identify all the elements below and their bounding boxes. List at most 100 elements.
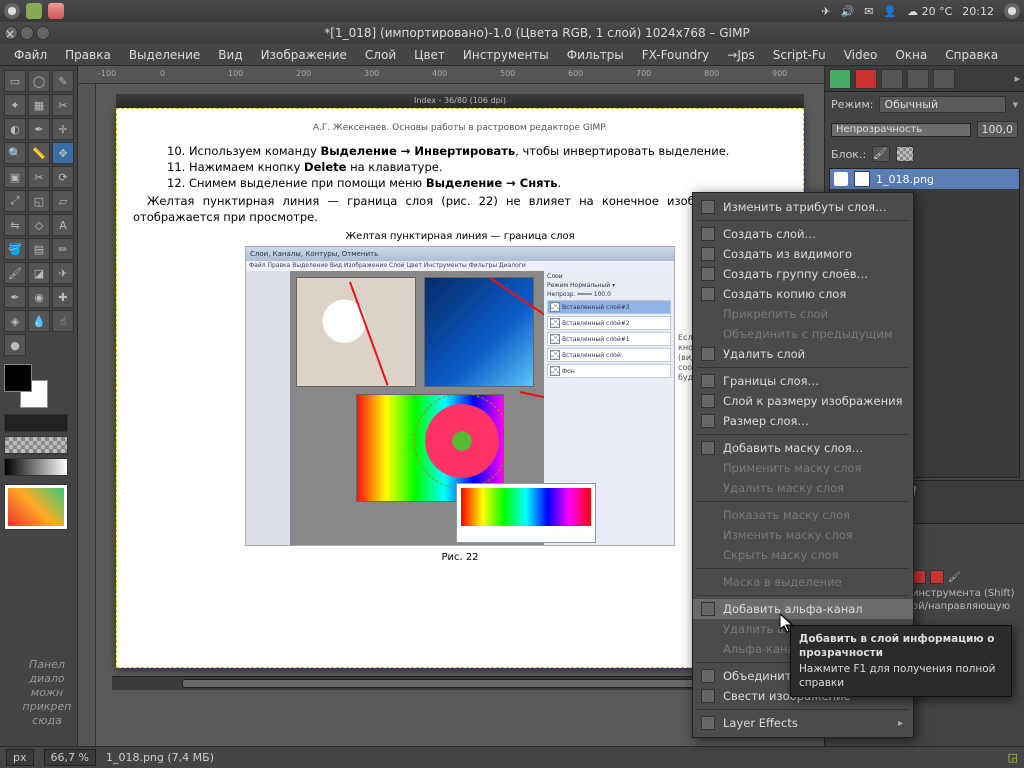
menu-image[interactable]: Изображение: [253, 46, 355, 64]
menu-tools[interactable]: Инструменты: [455, 46, 557, 64]
tool-color-picker[interactable]: ✛: [52, 118, 74, 140]
close-button[interactable]: ×: [4, 26, 18, 40]
lock-alpha[interactable]: [896, 146, 914, 162]
unit-field[interactable]: px: [6, 749, 34, 766]
ctx-item-0[interactable]: Изменить атрибуты слоя…: [693, 197, 913, 217]
tool-ink[interactable]: ✒: [4, 286, 26, 308]
app-icon-2[interactable]: [48, 3, 64, 19]
tool-measure[interactable]: 📏: [28, 142, 50, 164]
tool-rect-select[interactable]: ▭: [4, 70, 26, 92]
menu-help[interactable]: Справка: [937, 46, 1006, 64]
minimize-button[interactable]: [20, 26, 34, 40]
ruler-vertical[interactable]: [78, 84, 96, 746]
ctx-item-label: Создать копию слоя: [723, 287, 846, 301]
menu-view[interactable]: Вид: [210, 46, 250, 64]
tool-heal[interactable]: ✚: [52, 286, 74, 308]
tool-clone[interactable]: ◉: [28, 286, 50, 308]
menu-layer[interactable]: Слой: [357, 46, 404, 64]
tool-paths[interactable]: ✒: [28, 118, 50, 140]
ctx-item-12[interactable]: Размер слоя…: [693, 411, 913, 431]
tool-shear[interactable]: ◱: [28, 190, 50, 212]
ctx-item-8[interactable]: Удалить слой: [693, 344, 913, 364]
ctx-item-2[interactable]: Создать слой…: [693, 224, 913, 244]
tool-fuzzy-select[interactable]: ✦: [4, 94, 26, 116]
tool-blend[interactable]: ▤: [28, 238, 50, 260]
tab-channels[interactable]: [855, 69, 877, 89]
ruler-horizontal[interactable]: -100 0 100 200 300 400 500 600 700 800 9…: [78, 66, 824, 84]
ctx-item-11[interactable]: Слой к размеру изображения: [693, 391, 913, 411]
tool-airbrush[interactable]: ✈: [52, 262, 74, 284]
tab-paths[interactable]: [881, 69, 903, 89]
tool-foreground[interactable]: ◐: [4, 118, 26, 140]
dock-menu-icon[interactable]: ▸: [1014, 72, 1020, 85]
tool-text[interactable]: A: [52, 214, 74, 236]
ctx-item-icon: [701, 575, 715, 589]
tool-by-color[interactable]: ▦: [28, 94, 50, 116]
ctx-item-10[interactable]: Границы слоя…: [693, 371, 913, 391]
tool-crop[interactable]: ✂: [28, 166, 50, 188]
tool-perspective-clone[interactable]: ◈: [4, 310, 26, 332]
lock-pixels[interactable]: 🖌: [872, 146, 890, 162]
tab-undo[interactable]: [907, 69, 929, 89]
tool-pencil[interactable]: ✏: [52, 238, 74, 260]
tool-dodge[interactable]: ●: [4, 334, 26, 356]
color-swatches[interactable]: [4, 364, 48, 408]
tool-zoom[interactable]: 🔍: [4, 142, 26, 164]
tool-cage[interactable]: ◇: [28, 214, 50, 236]
menu-scriptfu[interactable]: Script-Fu: [765, 46, 834, 64]
tool-scissors[interactable]: ✂: [52, 94, 74, 116]
opacity-slider[interactable]: Непрозрачность: [831, 123, 971, 137]
upload-icon[interactable]: ✈: [821, 5, 830, 18]
eye-icon[interactable]: [834, 172, 848, 186]
tool-ellipse-select[interactable]: ◯: [28, 70, 50, 92]
ctx-item-31[interactable]: Layer Effects▸: [693, 713, 913, 733]
titlebar: × *[1_018] (импортировано)-1.0 (Цвета RG…: [0, 22, 1024, 44]
layer-row[interactable]: 1_018.png: [830, 169, 1019, 189]
ctx-item-5[interactable]: Создать копию слоя: [693, 284, 913, 304]
ctx-item-3[interactable]: Создать из видимого: [693, 244, 913, 264]
tool-scale[interactable]: ⤢: [4, 190, 26, 212]
tool-perspective[interactable]: ▱: [52, 190, 74, 212]
menu-windows[interactable]: Окна: [887, 46, 935, 64]
zoom-field[interactable]: 66,7 %: [44, 749, 96, 766]
opacity-value[interactable]: 100,0: [977, 121, 1019, 138]
user-icon[interactable]: 👤: [883, 5, 897, 18]
menu-edit[interactable]: Правка: [57, 46, 119, 64]
menu-file[interactable]: Файл: [6, 46, 55, 64]
tab-brush[interactable]: [933, 69, 955, 89]
menu-filters[interactable]: Фильтры: [559, 46, 632, 64]
tool-align[interactable]: ▣: [4, 166, 26, 188]
fg-color[interactable]: [4, 364, 32, 392]
ctx-item-24[interactable]: Добавить альфа-канал: [693, 599, 913, 619]
tool-blur[interactable]: 💧: [28, 310, 50, 332]
tool-flip[interactable]: ⇋: [4, 214, 26, 236]
menu-jps[interactable]: →Jps: [719, 46, 762, 64]
nav-icon[interactable]: ◲: [1008, 751, 1018, 764]
ctx-item-4[interactable]: Создать группу слоёв…: [693, 264, 913, 284]
tool-rotate[interactable]: ⟳: [52, 166, 74, 188]
mail-icon[interactable]: ✉: [864, 5, 873, 18]
power-icon[interactable]: [1004, 3, 1020, 19]
menu-fxfoundry[interactable]: FX-Foundry: [634, 46, 718, 64]
pattern-swatch[interactable]: [4, 436, 68, 454]
maximize-button[interactable]: [36, 26, 50, 40]
app-icon-1[interactable]: [26, 3, 42, 19]
tool-bucket[interactable]: 🪣: [4, 238, 26, 260]
menu-video[interactable]: Video: [836, 46, 886, 64]
gradient-swatch[interactable]: [4, 458, 68, 476]
activities-icon[interactable]: [4, 3, 20, 19]
ctx-item-14[interactable]: Добавить маску слоя…: [693, 438, 913, 458]
menu-color[interactable]: Цвет: [406, 46, 453, 64]
brush-swatch[interactable]: [4, 414, 68, 432]
tool-brush[interactable]: 🖌: [4, 262, 26, 284]
menu-select[interactable]: Выделение: [121, 46, 208, 64]
tool-move[interactable]: ✥: [52, 142, 74, 164]
volume-icon[interactable]: 🔊: [840, 5, 854, 18]
mode-select[interactable]: Обычный: [879, 96, 1006, 113]
tool-eraser[interactable]: ◪: [28, 262, 50, 284]
tool-smudge[interactable]: ☝: [52, 310, 74, 332]
tab-layers[interactable]: [829, 69, 851, 89]
ctx-item-label: Прикрепить слой: [723, 307, 828, 321]
tool-free-select[interactable]: ✎: [52, 70, 74, 92]
image-thumb[interactable]: [4, 484, 68, 530]
